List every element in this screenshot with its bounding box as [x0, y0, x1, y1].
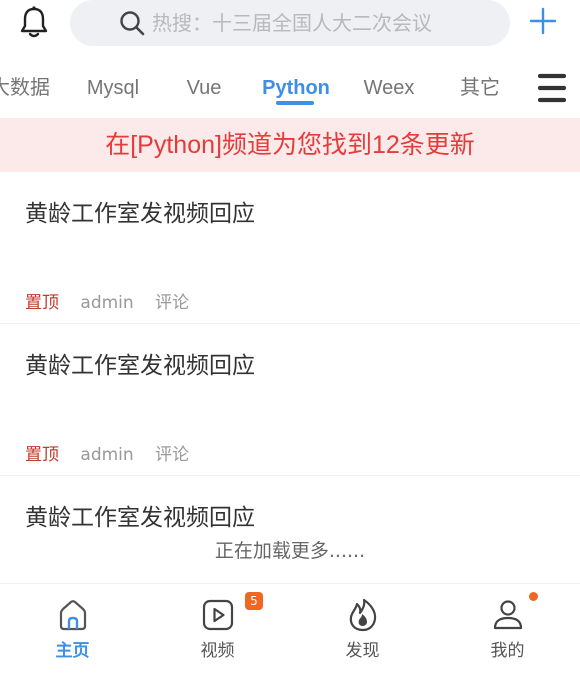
nav-video-label: 视频: [200, 641, 235, 661]
pinned-tag: 置顶: [25, 445, 59, 465]
bell-icon[interactable]: [16, 4, 52, 40]
video-badge: 5: [245, 592, 263, 610]
user-icon: [493, 600, 523, 630]
comment-link[interactable]: 评论: [155, 445, 189, 465]
tab-weex[interactable]: Weex: [354, 58, 424, 118]
top-bar: 热搜：十三届全国人大二次会议: [0, 0, 580, 48]
nav-me-label: 我的: [490, 641, 525, 661]
nav-home[interactable]: 主页: [0, 584, 145, 675]
video-icon: [202, 599, 234, 631]
article-author: admin: [80, 445, 134, 465]
tab-python[interactable]: Python: [256, 58, 336, 118]
article-meta: 置顶 admin 评论: [25, 288, 205, 313]
tab-other[interactable]: 其它: [448, 58, 512, 118]
active-tab-indicator: [276, 101, 314, 105]
search-icon: [120, 11, 145, 36]
nav-video[interactable]: 5 视频: [145, 584, 290, 675]
article-meta: 置顶 admin 评论: [25, 440, 205, 465]
nav-home-label: 主页: [55, 641, 90, 661]
tab-vue[interactable]: Vue: [172, 58, 236, 118]
search-bar[interactable]: 热搜：十三届全国人大二次会议: [70, 0, 510, 46]
nav-discover-label: 发现: [345, 641, 380, 661]
notification-dot: [529, 592, 538, 601]
article-title[interactable]: 黄龄工作室发视频回应: [25, 498, 255, 532]
article-title[interactable]: 黄龄工作室发视频回应: [25, 194, 255, 228]
channel-tabs: 大数据 Mysql Vue Python Weex 其它: [0, 58, 580, 118]
menu-icon[interactable]: [537, 71, 567, 105]
search-placeholder: 热搜：十三届全国人大二次会议: [152, 11, 432, 35]
home-icon: [59, 600, 87, 631]
fire-icon: [349, 598, 377, 632]
nav-me[interactable]: 我的: [435, 584, 580, 675]
update-notice: 在[Python]频道为您找到12条更新: [0, 118, 580, 172]
article-author: admin: [80, 293, 134, 313]
add-icon[interactable]: [528, 6, 558, 36]
list-item[interactable]: 黄龄工作室发视频回应 置顶 admin 评论: [0, 324, 580, 476]
article-title[interactable]: 黄龄工作室发视频回应: [25, 346, 255, 380]
comment-link[interactable]: 评论: [155, 293, 189, 313]
article-list: 黄龄工作室发视频回应 置顶 admin 评论 黄龄工作室发视频回应 置顶 adm…: [0, 172, 580, 566]
nav-discover[interactable]: 发现: [290, 584, 435, 675]
pinned-tag: 置顶: [25, 293, 59, 313]
list-item[interactable]: 黄龄工作室发视频回应 置顶 admin 评论: [0, 172, 580, 324]
tab-mysql[interactable]: Mysql: [76, 58, 150, 118]
bottom-nav: 主页 5 视频 发现 我的: [0, 583, 580, 675]
tab-bigdata[interactable]: 大数据: [0, 58, 54, 118]
loading-more-text: 正在加载更多......: [214, 540, 366, 562]
